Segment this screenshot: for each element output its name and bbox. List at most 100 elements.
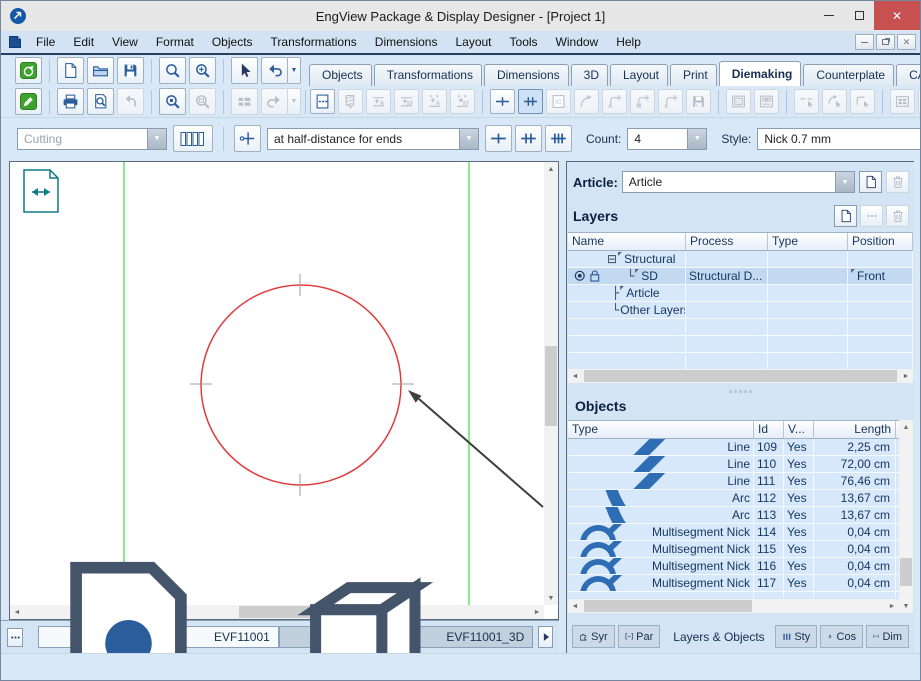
object-row-111[interactable]: Line111Yes76,46 cm (568, 473, 913, 490)
scroll-up-icon[interactable]: ▲ (544, 162, 558, 176)
ribbon-tab-3d[interactable]: 3D (571, 64, 608, 86)
menu-help[interactable]: Help (607, 31, 650, 53)
object-row-113[interactable]: Arc113Yes13,67 cm (568, 507, 913, 524)
ribbon-tab-diemaking[interactable]: Diemaking (719, 61, 802, 86)
doc-tab-evf11001-3d[interactable]: EVF11001_3D (279, 626, 533, 648)
scroll-left-icon[interactable]: ◄ (568, 599, 582, 613)
panel-tab-cos[interactable]: $Cos (820, 625, 863, 648)
panel-tab-par[interactable]: Par (618, 625, 661, 648)
objects-vscrollbar[interactable]: ▲ ▼ (899, 420, 913, 613)
new-article-button[interactable] (859, 171, 882, 193)
doc-tab-evf11001[interactable]: EVF11001 (38, 626, 279, 648)
nick-double-button[interactable] (518, 89, 543, 114)
ribbon-tab-cam[interactable]: CAM (896, 64, 921, 86)
ribbon-tab-layout[interactable]: Layout (610, 64, 668, 86)
menu-format[interactable]: Format (147, 31, 203, 53)
object-row-114[interactable]: Multisegment Nick114Yes0,04 cm (568, 524, 913, 541)
scroll-right-icon[interactable]: ► (530, 605, 544, 619)
save-button[interactable] (117, 57, 144, 84)
bridges-doc-button[interactable] (310, 89, 335, 114)
objects-column-type[interactable]: Type (568, 421, 754, 438)
object-row-110[interactable]: Line110Yes72,00 cm (568, 456, 913, 473)
scroll-left-icon[interactable]: ◄ (10, 605, 24, 619)
layers-column-position[interactable]: Position (848, 233, 913, 250)
objects-hscrollbar[interactable]: ◄ ► (568, 599, 899, 613)
count-select[interactable]: 4 ▼ (627, 128, 707, 150)
vscroll-thumb[interactable] (900, 558, 912, 586)
undo-button[interactable] (261, 57, 288, 84)
close-button[interactable]: ✕ (874, 1, 920, 30)
drawing-canvas[interactable]: ▲ ▼ ◄ ► (9, 161, 559, 620)
more-tabs-button[interactable] (7, 628, 23, 647)
layers-column-type[interactable]: Type (768, 233, 848, 250)
nick-single-button[interactable] (490, 89, 515, 114)
layer-row-other-layers[interactable]: └Other Layers (568, 302, 913, 319)
object-row-109[interactable]: Line109Yes2,25 cm (568, 439, 913, 456)
menu-edit[interactable]: Edit (64, 31, 103, 53)
object-row-117[interactable]: Multisegment Nick117Yes0,04 cm (568, 575, 913, 592)
mdi-restore-button[interactable] (876, 34, 895, 50)
panel-tab-sty[interactable]: Sty (775, 625, 818, 648)
layer-row-article[interactable]: ├Article (568, 285, 913, 302)
zoom-extents-button[interactable] (189, 57, 216, 84)
style-select[interactable]: Nick 0.7 mm ▼ (757, 128, 921, 150)
new-document-button[interactable] (57, 57, 84, 84)
ribbon-tab-transformations[interactable]: Transformations (374, 64, 482, 86)
nick-position-button[interactable] (234, 125, 261, 152)
new-layer-button[interactable] (834, 205, 857, 227)
layer-row-structural[interactable]: ⊟Structural (568, 251, 913, 268)
panel-tab-dim[interactable]: Dim (866, 625, 909, 648)
nick-double-button[interactable] (515, 125, 542, 152)
menu-file[interactable]: File (27, 31, 64, 53)
engview-run-button[interactable] (15, 57, 42, 84)
layers-hscrollbar[interactable]: ◄ ► (568, 369, 913, 383)
ribbon-tab-print[interactable]: Print (670, 64, 717, 86)
chevron-down-icon[interactable]: ▼ (288, 57, 301, 84)
panel-splitter[interactable] (567, 387, 914, 395)
scroll-left-icon[interactable]: ◄ (568, 369, 582, 383)
minimize-button[interactable] (814, 1, 844, 30)
object-row-112[interactable]: Arc112Yes13,67 cm (568, 490, 913, 507)
ribbon-tab-dimensions[interactable]: Dimensions (484, 64, 569, 86)
edit-green-button[interactable] (15, 88, 42, 115)
panel-strips-button[interactable] (173, 125, 213, 152)
maximize-button[interactable] (844, 1, 874, 30)
panel-tab-layers-objects[interactable]: Layers & Objects (663, 625, 771, 648)
mdi-close-button[interactable]: ✕ (897, 34, 916, 50)
scroll-right-icon[interactable]: ► (885, 599, 899, 613)
chevron-down-icon[interactable]: ▼ (687, 129, 706, 149)
layers-column-name[interactable]: Name (568, 233, 686, 250)
select-cursor-button[interactable] (231, 57, 258, 84)
scroll-down-icon[interactable]: ▼ (899, 599, 913, 613)
open-folder-button[interactable] (87, 57, 114, 84)
scroll-tabs-right-button[interactable] (538, 626, 553, 648)
menu-dimensions[interactable]: Dimensions (366, 31, 447, 53)
layers-column-process[interactable]: Process (686, 233, 768, 250)
objects-column-length[interactable]: Length (814, 421, 896, 438)
chevron-down-icon[interactable]: ▼ (835, 172, 854, 192)
menu-transformations[interactable]: Transformations (262, 31, 366, 53)
menu-window[interactable]: Window (547, 31, 608, 53)
print-button[interactable] (57, 88, 84, 115)
scroll-down-icon[interactable]: ▼ (544, 591, 558, 605)
chevron-down-icon[interactable]: ▼ (147, 129, 166, 149)
menu-layout[interactable]: Layout (446, 31, 500, 53)
objects-column-v[interactable]: V... (784, 421, 814, 438)
ribbon-tab-counterplate[interactable]: Counterplate (803, 64, 894, 86)
zoom-button[interactable] (159, 57, 186, 84)
cutting-select[interactable]: Cutting ▼ (17, 128, 167, 150)
tree-glyph[interactable]: ⊟ (601, 252, 617, 266)
mdi-minimize-button[interactable] (855, 34, 874, 50)
tree-glyph[interactable]: ├ (601, 286, 619, 300)
nick-single-button[interactable] (485, 125, 512, 152)
print-preview-button[interactable] (87, 88, 114, 115)
ribbon-tab-objects[interactable]: Objects (309, 64, 372, 86)
vscroll-thumb[interactable] (545, 346, 557, 426)
tree-glyph[interactable]: └ (601, 269, 634, 283)
objects-column-id[interactable]: Id (754, 421, 784, 438)
menu-view[interactable]: View (103, 31, 147, 53)
die-circle[interactable] (201, 285, 401, 485)
article-select[interactable]: Article ▼ (622, 171, 855, 193)
scroll-right-icon[interactable]: ► (899, 369, 913, 383)
chevron-down-icon[interactable]: ▼ (459, 129, 478, 149)
